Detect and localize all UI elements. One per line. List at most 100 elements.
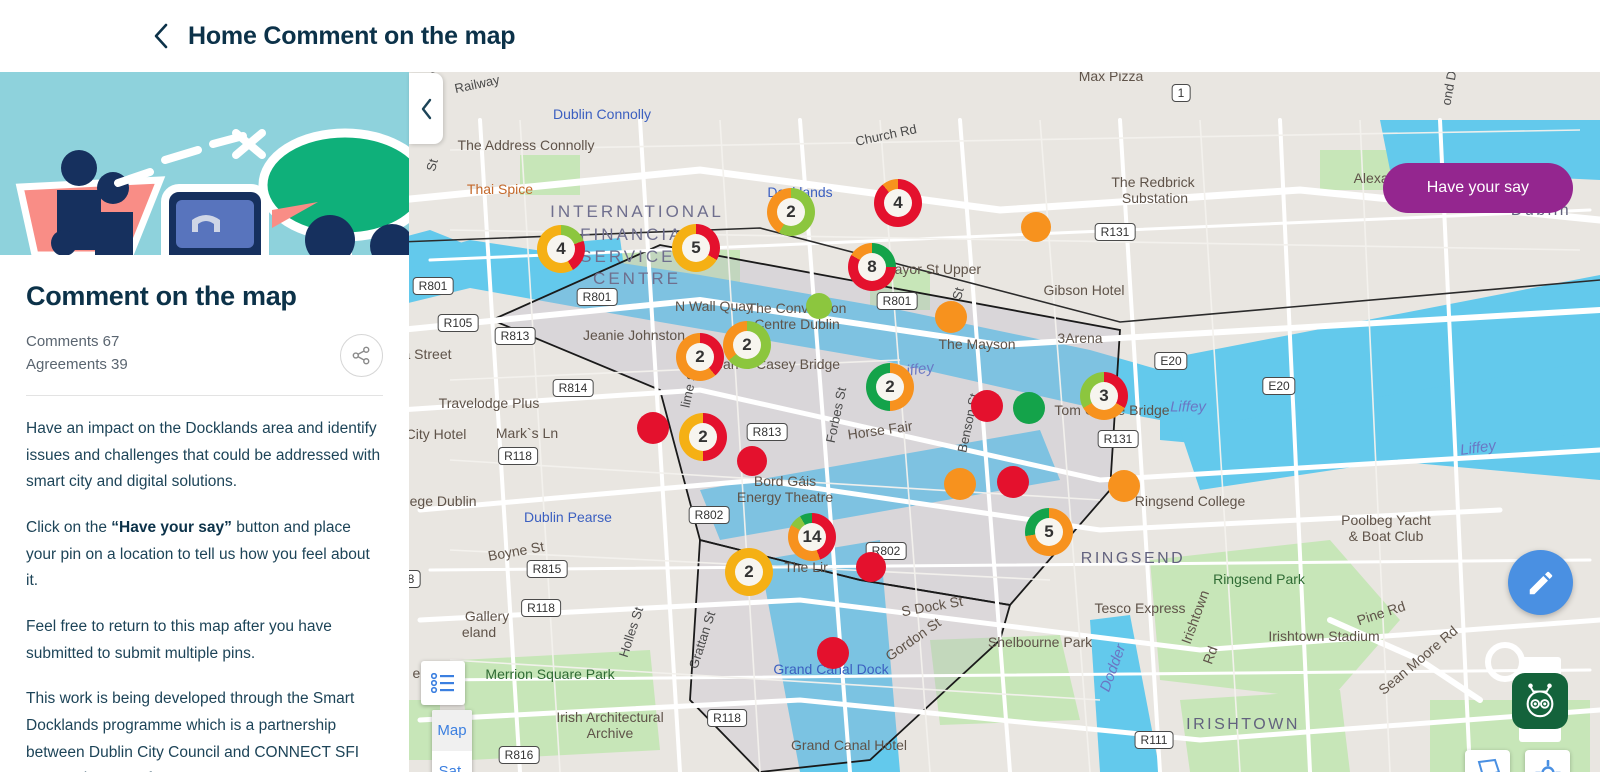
sidebar-paragraph-1: Have an impact on the Docklands area and… [26,420,381,491]
map-pin-dot[interactable] [817,637,849,669]
map-cluster-ring: 3 [1080,372,1128,420]
sidebar-content: Comment on the map Comments 67 Agreement… [0,255,409,772]
road-shield: R131 [1094,223,1136,241]
map-pin-dot[interactable] [806,293,832,319]
map-cluster-marker[interactable]: 14 [788,513,836,561]
share-icon [352,346,370,365]
map-cluster-marker[interactable]: 4 [537,225,585,273]
map-pin-dot-shape [935,301,967,333]
map-pin-dot[interactable] [935,301,967,333]
map-cluster-count: 14 [798,523,826,551]
map-pin-dot[interactable] [1021,212,1051,242]
map-pin-dot[interactable] [737,446,767,476]
map-pin-dot-shape [1021,212,1051,242]
map-cluster-marker[interactable]: 5 [1025,508,1073,556]
map-pin-dot-shape [806,293,832,319]
map-pin-dot[interactable] [856,552,886,582]
pencil-icon [1529,571,1552,594]
sidebar-divider [26,395,383,396]
map-cluster-ring: 2 [725,548,773,596]
road-shield: R118 [521,599,561,617]
map-pin-dot[interactable] [971,390,1003,422]
map-pin-dot-shape [1108,470,1140,502]
robot-icon[interactable] [1512,673,1568,729]
legend-list-icon-glyph [431,673,454,693]
map-pin-dot-shape [1013,392,1045,424]
info-sidebar: Comment on the map Comments 67 Agreement… [0,60,409,772]
map-cluster-marker[interactable]: 2 [866,363,914,411]
map-cluster-marker[interactable]: 2 [723,321,771,369]
map-pin-dot-shape [971,390,1003,422]
locate-crosshair-icon[interactable] [1525,750,1570,772]
comments-count: Comments 67 [26,333,120,350]
road-shield: R105 [437,314,479,332]
map-cluster-marker[interactable]: 2 [676,333,724,381]
road-shield: R118 [707,709,747,727]
polygon-draw-icon-glyph [1477,758,1500,772]
road-shield: R802 [688,506,730,524]
road-shield: R118 [498,447,538,465]
map-cluster-marker[interactable]: 2 [725,548,773,596]
map-pin-dot[interactable] [1108,470,1140,502]
sidebar-paragraph-3: Feel free to return to this map after yo… [26,617,332,662]
map-cluster-ring: 2 [866,363,914,411]
basemap-option-satellite[interactable]: Sat. [432,751,472,772]
map-cluster-count: 4 [547,235,575,263]
map-cluster-count: 8 [858,253,886,281]
map-pin-dot-shape [817,637,849,669]
map-cluster-marker[interactable]: 3 [1080,372,1128,420]
map-cluster-count: 5 [1035,518,1063,546]
banner-illustration-art [0,60,409,255]
map-pin-dot[interactable] [1013,392,1045,424]
map-cluster-ring: 4 [874,179,922,227]
road-shield: R813 [746,423,788,441]
map-cluster-marker[interactable]: 5 [672,224,720,272]
map-pin-dot-shape [944,468,976,500]
map-cluster-ring: 2 [767,188,815,236]
stats-row: Comments 67 Agreements 39 [26,330,383,377]
legend-list-icon[interactable] [421,661,465,705]
map-cluster-marker[interactable]: 2 [679,413,727,461]
map-cluster-count: 2 [876,373,904,401]
add-pin-fab[interactable] [1508,550,1573,615]
sidebar-title: Comment on the map [26,281,297,311]
road-shield: R801 [412,277,454,295]
map-cluster-ring: 8 [848,243,896,291]
map-cluster-count: 4 [884,189,912,217]
map-pin-dot-shape [737,446,767,476]
map-cluster-ring: 14 [788,513,836,561]
basemap-toggle[interactable]: Map Sat. [432,710,472,772]
map-pin-dot[interactable] [997,466,1029,498]
road-shield: R814 [552,379,594,397]
map-pin-dot-shape [856,552,886,582]
map-cluster-marker[interactable]: 8 [848,243,896,291]
share-button[interactable] [340,334,383,377]
basemap-option-map[interactable]: Map [432,710,472,751]
map-pin-dot[interactable] [637,412,669,444]
map-cluster-ring: 5 [672,224,720,272]
robot-icon-glyph [1526,683,1554,718]
road-shield: R813 [494,327,536,345]
chevron-left-icon [154,23,168,49]
stats-block: Comments 67 Agreements 39 [26,330,128,377]
map-cluster-marker[interactable]: 4 [874,179,922,227]
map-cluster-count: 2 [777,198,805,226]
map-cluster-ring: 2 [676,333,724,381]
have-your-say-button[interactable]: Have your say [1382,163,1573,213]
road-shield: R815 [526,560,568,578]
map-pin-dot[interactable] [944,468,976,500]
locate-crosshair-icon-glyph [1534,759,1561,772]
comment-on-the-map-page: RailwayJames JoDublin ConnollyChurch RdM… [0,0,1600,772]
map-cluster-ring: 2 [679,413,727,461]
sidebar-paragraphs: Have an impact on the Docklands area and… [26,416,383,772]
map-cluster-marker[interactable]: 2 [767,188,815,236]
road-shield: R111 [1134,731,1174,749]
polygon-draw-icon[interactable] [1465,750,1510,772]
sidebar-paragraph-4: This work is being developed through the… [26,690,360,772]
map-cluster-count: 3 [1090,382,1118,410]
back-button[interactable] [150,20,172,52]
chevron-left-icon [421,98,431,119]
sidebar-collapse-button[interactable] [409,73,443,144]
map-cluster-count: 2 [686,343,714,371]
sidebar-paragraph-emphasis: “Have your say” [111,518,232,536]
